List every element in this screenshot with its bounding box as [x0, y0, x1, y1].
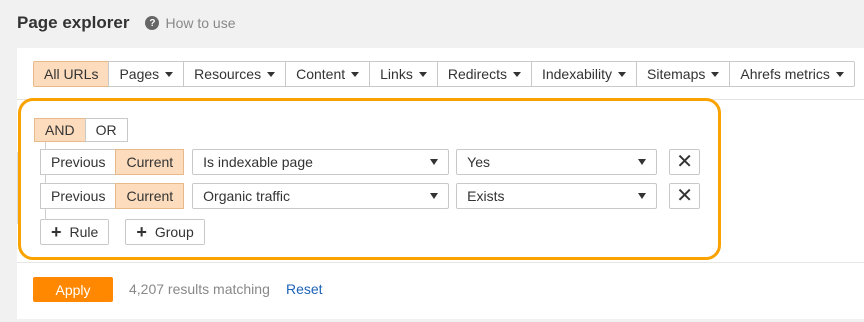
results-count: 4,207 results matching [129, 281, 270, 297]
caret-down-icon [351, 71, 360, 77]
add-rule-label: Rule [69, 224, 99, 240]
tab-pages[interactable]: Pages [108, 61, 185, 87]
remove-rule-button[interactable]: ✕ [669, 149, 701, 175]
field-select[interactable]: Organic traffic [192, 183, 450, 209]
tab-content[interactable]: Content [285, 61, 371, 87]
add-actions: + Rule + Group [40, 219, 205, 245]
and-or-toggle: AND OR [34, 118, 128, 142]
plus-icon: + [136, 222, 147, 242]
previous-button[interactable]: Previous [40, 149, 117, 175]
preset-tab-bar: All URLs Pages Resources Content Links R… [17, 48, 864, 100]
caret-down-icon [618, 71, 627, 77]
close-icon: ✕ [676, 185, 694, 207]
add-group-button[interactable]: + Group [125, 219, 205, 245]
period-toggle: Previous Current [40, 183, 185, 209]
field-select-value: Is indexable page [203, 154, 313, 170]
explorer-card: All URLs Pages Resources Content Links R… [17, 48, 864, 319]
value-select[interactable]: Yes [456, 149, 658, 175]
caret-down-icon [835, 71, 844, 77]
chevron-down-icon [430, 193, 439, 199]
caret-down-icon [418, 71, 427, 77]
footer-divider [17, 262, 864, 263]
tab-label: Ahrefs metrics [740, 66, 830, 82]
tab-ahrefs-metrics[interactable]: Ahrefs metrics [729, 61, 855, 87]
previous-button[interactable]: Previous [40, 183, 117, 209]
chevron-down-icon [430, 159, 439, 165]
tab-redirects[interactable]: Redirects [436, 61, 532, 87]
period-toggle: Previous Current [40, 149, 185, 175]
tab-all-urls[interactable]: All URLs [33, 61, 110, 87]
value-select[interactable]: Exists [456, 183, 658, 209]
tab-label: Resources [194, 66, 262, 82]
caret-down-icon [165, 71, 174, 77]
caret-down-icon [512, 71, 521, 77]
filter-rule: Previous Current Organic traffic Exists … [40, 183, 701, 209]
close-icon: ✕ [676, 151, 694, 173]
tab-sitemaps[interactable]: Sitemaps [636, 61, 731, 87]
tab-indexability[interactable]: Indexability [530, 61, 638, 87]
current-button[interactable]: Current [115, 149, 185, 175]
tab-label: All URLs [44, 66, 99, 82]
help-circle-icon: ? [145, 16, 160, 30]
tab-label: Pages [119, 66, 160, 82]
tab-label: Indexability [541, 66, 613, 82]
tab-label: Links [380, 66, 413, 82]
value-select-value: Yes [467, 154, 490, 170]
page-header: Page explorer ? How to use [17, 10, 236, 36]
add-rule-button[interactable]: + Rule [40, 219, 110, 245]
caret-down-icon [267, 71, 276, 77]
add-group-label: Group [154, 224, 194, 240]
filter-builder-highlight: AND OR Previous Current Is indexable pag… [18, 98, 721, 260]
filter-rule: Previous Current Is indexable page Yes ✕ [40, 149, 701, 175]
current-button[interactable]: Current [115, 183, 185, 209]
tab-label: Content [296, 66, 346, 82]
plus-icon: + [51, 222, 62, 242]
caret-down-icon [711, 71, 720, 77]
how-to-use-label: How to use [165, 15, 236, 31]
how-to-use-link[interactable]: ? How to use [145, 15, 236, 31]
tab-label: Redirects [447, 66, 507, 82]
field-select-value: Organic traffic [203, 188, 291, 204]
and-button[interactable]: AND [34, 118, 86, 142]
or-button[interactable]: OR [84, 118, 128, 142]
chevron-down-icon [638, 159, 647, 165]
value-select-value: Exists [467, 188, 505, 204]
remove-rule-button[interactable]: ✕ [669, 183, 701, 209]
tab-resources[interactable]: Resources [183, 61, 287, 87]
tab-links[interactable]: Links [369, 61, 438, 87]
page-title: Page explorer [17, 13, 130, 32]
tab-label: Sitemaps [647, 66, 706, 82]
apply-button[interactable]: Apply [33, 277, 113, 302]
field-select[interactable]: Is indexable page [192, 149, 450, 175]
chevron-down-icon [638, 193, 647, 199]
preset-tabs: All URLs Pages Resources Content Links R… [33, 61, 855, 87]
reset-link[interactable]: Reset [286, 281, 323, 297]
